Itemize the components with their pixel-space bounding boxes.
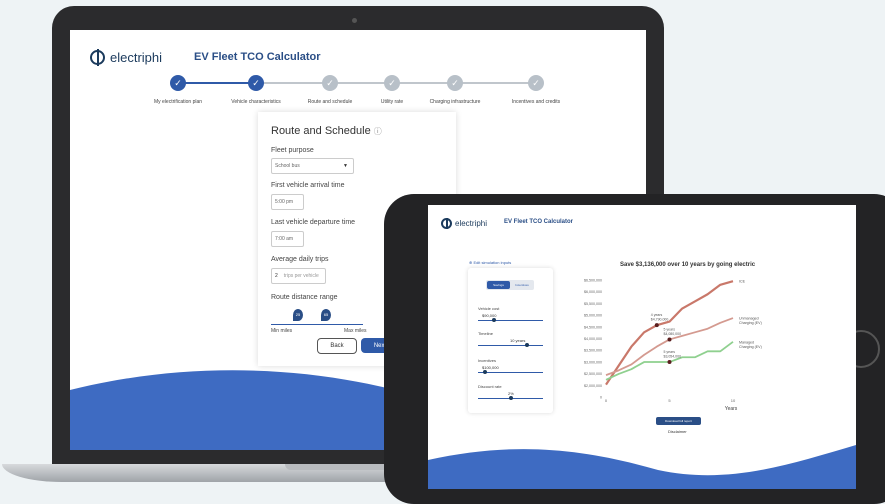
chart-title: Save $3,136,000 over 10 years by going e… [620,262,756,268]
step-3-check-icon[interactable]: ✓ [322,75,338,91]
brand-name: electriphi [110,50,163,65]
y-tick-label: $4,000,000 [584,337,602,341]
sim-input-slider-2[interactable] [478,345,543,346]
range-max-handle[interactable]: 65 [321,309,331,321]
tablet-wave [428,445,856,489]
arrival-time-input[interactable]: 5:00 pm [271,194,304,210]
daily-trips-value: 2 [275,273,278,279]
savings-toggle: Savings Incentives [486,280,534,290]
x-axis-label: Years [725,406,738,412]
step-4-check-icon[interactable]: ✓ [384,75,400,91]
daily-trips-unit: trips per vehicle [283,273,319,279]
info-icon[interactable]: ⓘ [374,127,382,136]
electriphi-logo-icon [441,218,452,229]
tablet-screen: electriphi EV Fleet TCO Calculator ⊕ Edi… [428,205,856,489]
sim-input-value-2: 10 years [510,338,526,343]
x-tick-label: 5 [668,398,671,403]
departure-time-value: 7:00 am [275,236,294,242]
arrival-time-label: First vehicle arrival time [271,182,345,189]
sim-input-label-1: Vehicle cost [478,306,500,311]
daily-trips-input[interactable]: 2 trips per vehicle [271,268,326,284]
form-title: Route and Schedule ⓘ [271,125,382,137]
annotation-dot-3 [667,360,672,365]
route-range-label: Route distance range [271,294,338,301]
y-tick-label: $5,000,000 [584,314,602,318]
sim-input-slider-3[interactable] [478,372,543,373]
edit-inputs-link[interactable]: ⊕ Edit simulation inputs [469,260,511,265]
annotation-years-2: 5 years [664,327,676,331]
app-title: EV Fleet TCO Calculator [504,219,574,225]
toggle-savings[interactable]: Savings [487,281,510,289]
x-tick-label: 10 [731,398,736,403]
y-tick-label: 0 [600,396,602,400]
annotation-value-1: $4,790,000 [651,318,669,322]
stepper-progress [178,82,256,84]
y-tick-label: $2,500,000 [584,372,602,376]
sim-input-slider-1[interactable] [478,320,543,321]
sim-input-label-4: Discount rate [478,384,502,389]
app-title: EV Fleet TCO Calculator [194,51,321,63]
min-miles-label: Min miles [271,328,293,334]
step-2-check-icon[interactable]: ✓ [248,75,264,91]
y-tick-label: $3,000,000 [584,360,602,364]
y-tick-label: $2,000,000 [584,384,602,388]
step-4-label: Utility rate [380,99,404,105]
range-slider-track[interactable] [271,324,363,325]
step-1-label: My electrification plan [153,99,203,105]
sim-input-slider-handle-4[interactable] [508,396,513,400]
series-label-2: Unmanaged Charging (EV) [739,317,762,326]
x-tick-label: 0 [605,398,608,403]
sim-input-label-3: Incentives [478,358,497,363]
step-5-label: Charging infrastructure [429,99,481,105]
fleet-purpose-label: Fleet purpose [271,147,314,154]
laptop-logo[interactable]: electriphi [90,50,162,65]
arrival-time-value: 5:00 pm [275,199,294,205]
tco-line-chart: $6,500,000 $6,000,000 $5,500,000 $5,000,000… [584,279,762,413]
laptop-camera [352,18,357,23]
annotation-years-1: 4 years [651,313,663,317]
step-6-label: Incentives and credits [511,99,561,105]
sim-input-label-2: Timeline [478,331,493,336]
annotation-dot-1 [654,323,659,328]
electriphi-logo-icon [90,50,105,65]
departure-time-input[interactable]: 7:00 am [271,231,304,247]
annotation-value-3: $3,054,000 [664,355,682,359]
series-label-1: ICE [739,280,746,284]
y-tick-label: $6,000,000 [584,290,602,294]
step-2-label: Vehicle characteristics [231,99,281,105]
step-5-check-icon[interactable]: ✓ [447,75,463,91]
toggle-incentives[interactable]: Incentives [511,281,533,289]
annotation-value-2: $4,080,000 [664,332,682,336]
series-label-3: Managed Charging (EV) [739,340,762,349]
y-tick-label: $6,500,000 [584,279,602,283]
edit-icon: ⊕ [469,260,473,265]
fleet-purpose-value: School bus [275,163,300,169]
dropdown-arrow-icon: ▼ [343,163,348,169]
fleet-purpose-select[interactable]: School bus ▼ [271,158,354,174]
sim-input-slider-handle-2[interactable] [524,343,529,347]
tablet-logo[interactable]: electriphi [441,218,487,229]
step-1-check-icon[interactable]: ✓ [170,75,186,91]
y-tick-label: $5,500,000 [584,302,602,306]
annotation-years-3: 5 years [664,350,676,354]
daily-trips-label: Average daily trips [271,256,329,263]
edit-inputs-text: Edit simulation inputs [473,260,512,265]
step-3-label: Route and schedule [307,99,353,105]
departure-time-label: Last vehicle departure time [271,219,356,226]
form-title-text: Route and Schedule [271,125,371,137]
max-miles-label: Max miles [344,328,367,334]
back-button[interactable]: Back [317,338,357,354]
brand-name: electriphi [455,219,488,228]
simulation-inputs-panel: Savings Incentives Vehicle cost $90,000 Ti… [468,268,553,413]
annotation-dot-2 [667,337,672,342]
download-report-button[interactable]: Download full report [656,417,701,425]
sim-input-slider-handle-1[interactable] [492,318,497,322]
y-tick-label: $4,500,000 [584,325,602,329]
y-tick-label: $3,500,000 [584,349,602,353]
sim-input-slider-handle-3[interactable] [482,370,487,374]
range-min-handle[interactable]: 25 [293,309,303,321]
step-6-check-icon[interactable]: ✓ [528,75,544,91]
